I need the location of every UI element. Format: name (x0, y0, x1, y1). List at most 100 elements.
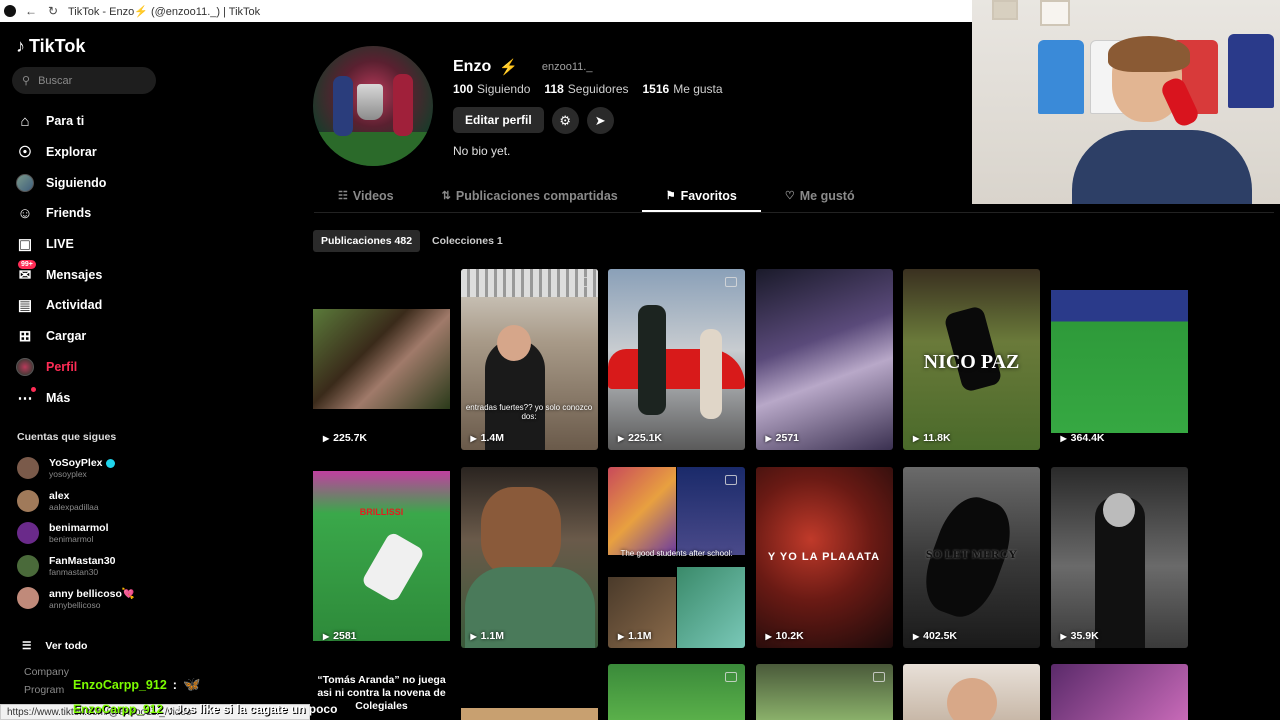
home-icon: ⌂ (20, 112, 30, 130)
messages-icon: ✉ 99+ (16, 259, 36, 284)
nav-item-cargar[interactable]: ⊞ Cargar (16, 321, 106, 352)
following-account[interactable]: alex aalexpadillaa (17, 485, 135, 518)
share-arrow-icon[interactable]: ➤ (586, 107, 614, 134)
settings-gear-icon[interactable]: ⚙ (551, 107, 579, 134)
nav-item-actividad[interactable]: ▤ Actividad (16, 290, 106, 321)
tiktok-note-icon: ♪ (16, 36, 25, 56)
video-card[interactable]: ▶ 364.4K (1050, 269, 1188, 450)
play-icon: ▶ (1060, 631, 1067, 641)
play-icon: ▶ (470, 433, 477, 443)
edit-profile-button[interactable]: Editar perfil (453, 107, 544, 133)
nav-item-live[interactable]: ▣ LIVE (16, 229, 106, 260)
video-card[interactable]: NICO PAZ ▶ 11.8K (903, 269, 1040, 450)
chat-text: : Jos like si la cagate un poco (168, 702, 338, 716)
heart-icon: ♡ (784, 190, 795, 202)
video-grid: ▶ 225.7K entradas fuertes?? yo solo conoz… (313, 269, 1188, 648)
video-card[interactable]: entradas fuertes?? yo solo conozco dos: … (460, 269, 598, 450)
profile-stats: 100 Siguiendo 118 Seguidores 1516 Me gusta (453, 82, 723, 96)
subtab-publicaciones[interactable]: Publicaciones 482 (313, 230, 421, 252)
tab-me-gusto[interactable]: ♡ Me gustó (761, 184, 879, 212)
play-icon: ▶ (618, 433, 625, 443)
video-card[interactable]: Y YO LA PLAAATA ▶ 10.2K (755, 467, 893, 648)
nav-item-siguiendo[interactable]: Siguiendo (16, 167, 106, 198)
profile-bio: No bio yet. (453, 144, 511, 158)
footer-link-company[interactable]: Company (24, 663, 69, 681)
following-account[interactable]: anny bellicoso💘 annybellicoso (17, 582, 135, 615)
following-stat[interactable]: 100 Siguiendo (453, 82, 530, 96)
video-caption: BRILLISSI (359, 507, 404, 517)
video-card[interactable] (755, 664, 893, 720)
footer-link-program[interactable]: Program (24, 681, 69, 699)
video-card[interactable]: SO LET MERCY ▶ 402.5K (903, 467, 1040, 648)
profile-username: enzoo11._ (541, 61, 593, 73)
grid-icon: ☷ (338, 190, 348, 202)
view-count: ▶ 402.5K (913, 630, 958, 642)
tab-publicaciones-compartidas[interactable]: ⇅ Publicaciones compartidas (418, 184, 642, 212)
sidebar-nav: ⌂ Para ti ☉ Explorar Siguiendo ☺ Friends… (16, 106, 106, 413)
tab-favoritos[interactable]: ⚑ Favoritos (641, 184, 761, 212)
tab-videos[interactable]: ☷ Videos (314, 184, 418, 212)
view-count: ▶ 2571 (765, 432, 800, 444)
chat-message: EnzoCarpp_912 : 🦋 (73, 676, 201, 692)
nav-item-explorar[interactable]: ☉ Explorar (16, 137, 106, 168)
video-card[interactable]: ▶ 35.9K (1050, 467, 1188, 648)
activity-icon: ▤ (17, 297, 33, 315)
video-card[interactable]: BRILLISSI ▶ 2581 (313, 467, 450, 648)
collection-icon (872, 672, 885, 682)
following-section-title: Cuentas que sigues (17, 431, 117, 443)
view-count: ▶ 364.4K (1060, 432, 1105, 444)
account-avatar (17, 587, 39, 610)
chat-message: EnzoCarpp_912 : Jos like si la cagate un… (73, 702, 337, 716)
view-count: ▶ 225.1K (618, 432, 663, 444)
search-input[interactable]: ⚲ Buscar (12, 67, 156, 94)
video-card[interactable]: ▶ 225.1K (608, 269, 745, 450)
profile-display-name: Enzo (453, 58, 492, 75)
tiktok-logo[interactable]: ♪ TikTok (16, 36, 85, 57)
video-card[interactable]: ▶ 1.1M (460, 467, 598, 648)
video-card[interactable] (608, 664, 745, 720)
video-caption: Y YO LA PLAAATA (767, 551, 881, 563)
collection-icon (725, 672, 737, 682)
view-count: ▶ 2581 (323, 630, 357, 642)
account-avatar (17, 522, 39, 545)
video-card[interactable]: ▶ 225.7K (313, 269, 450, 450)
video-card[interactable] (460, 664, 598, 720)
nav-item-mensajes[interactable]: ✉ 99+ Mensajes (16, 259, 106, 290)
following-account[interactable]: benimarmol benimarmol (17, 517, 135, 550)
nav-item-para-ti[interactable]: ⌂ Para ti (16, 106, 106, 137)
nav-item-mas[interactable]: ⋯ Más (16, 382, 106, 413)
tiktok-favicon (4, 5, 16, 17)
view-count: ▶ 1.1M (618, 630, 652, 642)
video-card[interactable]: ▶ 2571 (755, 269, 893, 450)
video-card[interactable] (903, 664, 1040, 720)
play-icon: ▶ (470, 631, 477, 641)
likes-stat: 1516 Me gusta (642, 82, 723, 96)
video-card[interactable]: The good students after school: ▶ 1.1M (608, 467, 745, 648)
see-all-button[interactable]: ☰ Ver todo (22, 640, 87, 652)
back-arrow-icon[interactable]: ← (24, 4, 38, 18)
more-icon: ⋯ (16, 386, 36, 407)
video-caption: The good students after school: (620, 549, 733, 558)
sidebar: ♪ TikTok ⚲ Buscar ⌂ Para ti ☉ Explorar S… (0, 22, 170, 720)
nav-item-friends[interactable]: ☺ Friends (16, 198, 106, 229)
play-icon: ▶ (618, 631, 625, 641)
view-count: ▶ 35.9K (1060, 630, 1099, 642)
profile-avatar[interactable] (313, 46, 433, 166)
chat-username: EnzoCarpp_912 (73, 702, 164, 716)
following-avatar-icon (16, 173, 34, 192)
view-count: ▶ 1.4M (470, 432, 505, 444)
nav-item-perfil[interactable]: Perfil (16, 352, 106, 383)
webcam-overlay (972, 0, 1280, 204)
profile-avatar-icon (16, 357, 34, 376)
video-card[interactable] (1050, 664, 1188, 720)
play-icon: ▶ (913, 631, 920, 641)
play-icon: ▶ (1060, 433, 1067, 443)
following-account[interactable]: FanMastan30 fanmastan30 (17, 550, 135, 583)
subtab-colecciones[interactable]: Colecciones 1 (424, 230, 511, 252)
upload-icon: ⊞ (18, 328, 32, 346)
reload-icon[interactable]: ↻ (46, 4, 60, 18)
following-account[interactable]: YoSoyPlex yosoyplex (17, 452, 135, 485)
followers-stat[interactable]: 118 Seguidores (544, 82, 628, 96)
search-placeholder: Buscar (38, 74, 73, 87)
video-caption: SO LET MERCY (925, 547, 1018, 561)
